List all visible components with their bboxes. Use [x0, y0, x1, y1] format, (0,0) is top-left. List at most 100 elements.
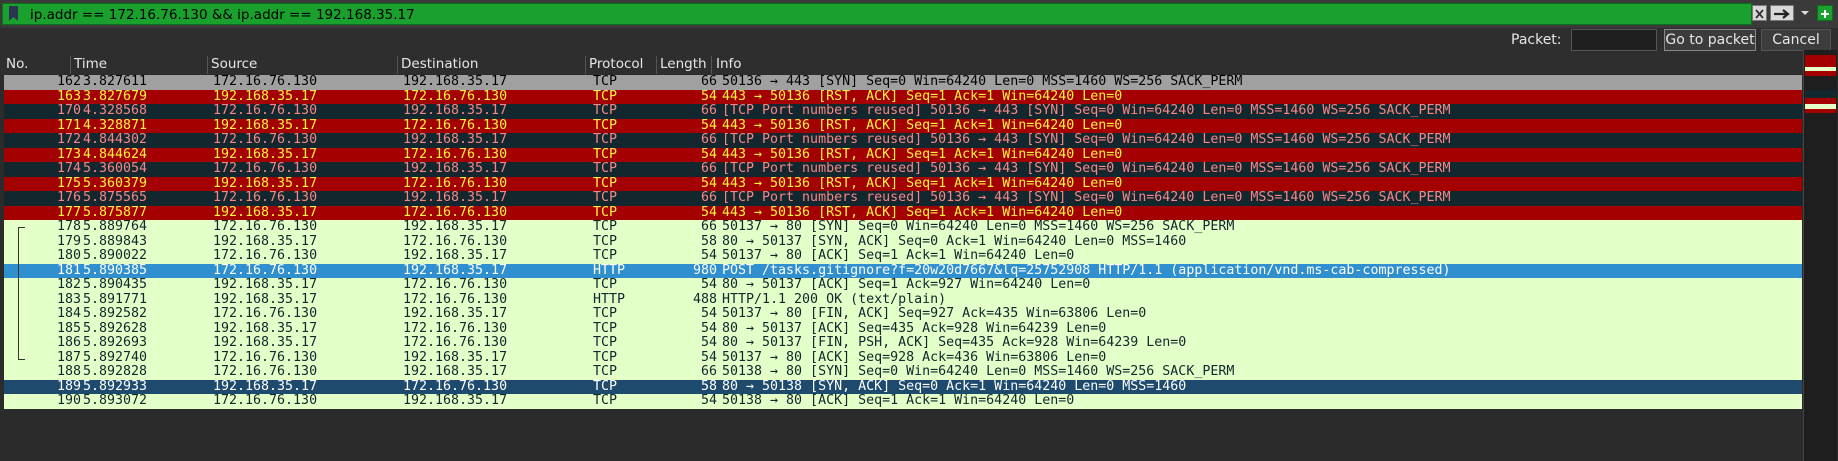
packet-row[interactable]: 163 3.827679 192.168.35.17 172.16.76.130 TCP… [4, 88, 1802, 104]
packet-time: 5.892828 [83, 364, 148, 379]
goto-packet-input[interactable] [1571, 29, 1657, 51]
column-separator[interactable] [585, 56, 586, 74]
add-filter-button[interactable] [1817, 5, 1833, 21]
packet-protocol: TCP [593, 204, 618, 220]
packet-length: 58 [700, 378, 717, 394]
filter-history-dropdown[interactable] [1798, 5, 1812, 21]
go-to-packet-button[interactable]: Go to packet [1664, 29, 1756, 51]
display-filter-input[interactable]: ip.addr == 172.16.76.130 && ip.addr == 1… [2, 3, 1752, 25]
packet-row[interactable]: 171 4.328871 192.168.35.17 172.16.76.130 TCP… [4, 117, 1802, 133]
packet-protocol: TCP [593, 103, 618, 118]
packet-row[interactable]: 184 5.892582 172.16.76.130 192.168.35.17 TCP… [4, 306, 1802, 322]
column-header-no[interactable]: No. [6, 56, 28, 72]
packet-source: 192.168.35.17 [213, 335, 318, 350]
column-separator[interactable] [711, 56, 712, 74]
packet-row[interactable]: 176 5.875565 172.16.76.130 192.168.35.17 TCP… [4, 190, 1802, 206]
column-header-length[interactable]: Length [660, 56, 707, 72]
apply-filter-button[interactable] [1770, 5, 1794, 21]
column-separator[interactable] [70, 56, 71, 74]
packet-row[interactable]: 179 5.889843 192.168.35.17 172.16.76.130 TCP… [4, 233, 1802, 249]
packet-no: 162 [56, 75, 81, 89]
column-header-info[interactable]: Info [716, 56, 742, 72]
packet-source: 172.16.76.130 [213, 306, 318, 321]
packet-destination: 172.16.76.130 [403, 88, 508, 104]
clear-filter-button[interactable] [1752, 5, 1767, 21]
packet-no: 177 [56, 204, 81, 220]
packet-source: 192.168.35.17 [213, 291, 318, 307]
column-separator[interactable] [207, 56, 208, 74]
packet-time: 4.328568 [83, 103, 148, 118]
packet-destination: 172.16.76.130 [403, 146, 508, 162]
packet-destination: 192.168.35.17 [403, 103, 508, 118]
packet-time: 5.890022 [83, 248, 148, 263]
packet-length: 66 [700, 161, 717, 176]
packet-row[interactable]: 173 4.844624 192.168.35.17 172.16.76.130 TCP… [4, 146, 1802, 162]
packet-length: 66 [700, 132, 717, 147]
packet-protocol: TCP [593, 175, 618, 191]
packet-row[interactable]: 186 5.892693 192.168.35.17 172.16.76.130 TCP… [4, 335, 1802, 351]
packet-no: 171 [56, 117, 81, 133]
minimap-marker [1805, 71, 1836, 76]
packet-row[interactable]: 183 5.891771 192.168.35.17 172.16.76.130 HTT… [4, 291, 1802, 307]
column-header-time[interactable]: Time [74, 56, 107, 72]
packet-time: 5.360379 [83, 175, 148, 191]
packet-row[interactable]: 189 5.892933 192.168.35.17 172.16.76.130 TCP… [4, 378, 1802, 394]
packet-source: 172.16.76.130 [213, 219, 318, 234]
packet-row[interactable]: 187 5.892740 172.16.76.130 192.168.35.17 TCP… [4, 349, 1802, 365]
packet-no: 172 [56, 132, 81, 147]
packet-time: 5.892740 [83, 349, 148, 365]
packet-row[interactable]: 188 5.892828 172.16.76.130 192.168.35.17 TCP… [4, 364, 1802, 380]
packet-protocol: TCP [593, 161, 618, 176]
packet-no: 186 [56, 335, 81, 350]
packet-length: 980 [692, 262, 717, 278]
packet-source: 192.168.35.17 [213, 233, 318, 249]
packet-time: 3.827611 [83, 75, 148, 89]
packet-row[interactable]: 181 5.890385 172.16.76.130 192.168.35.17 HTT… [4, 262, 1802, 278]
packet-row[interactable]: 170 4.328568 172.16.76.130 192.168.35.17 TCP… [4, 103, 1802, 119]
packet-time: 5.890385 [83, 262, 148, 278]
column-separator[interactable] [397, 56, 398, 74]
packet-protocol: TCP [593, 219, 618, 234]
packet-destination: 172.16.76.130 [403, 320, 508, 336]
packet-length: 54 [700, 320, 717, 336]
packet-info: [TCP Port numbers reused] 50136 → 443 [S… [722, 103, 1451, 118]
packet-destination: 192.168.35.17 [403, 393, 508, 408]
column-header-destination[interactable]: Destination [401, 56, 478, 72]
packet-row[interactable]: 185 5.892628 192.168.35.17 172.16.76.130 TCP… [4, 320, 1802, 336]
packet-row[interactable]: 175 5.360379 192.168.35.17 172.16.76.130 TCP… [4, 175, 1802, 191]
column-header-source[interactable]: Source [211, 56, 257, 72]
packet-protocol: HTTP [593, 291, 626, 307]
packet-list-header-area: Packet: Go to packet Cancel No. Time Sou… [0, 28, 1838, 74]
packet-info: 443 → 50136 [RST, ACK] Seq=1 Ack=1 Win=6… [722, 88, 1123, 104]
packet-length: 488 [692, 291, 717, 307]
packet-time: 4.844624 [83, 146, 148, 162]
packet-no: 185 [56, 320, 81, 336]
packet-row[interactable]: 172 4.844302 172.16.76.130 192.168.35.17 TCP… [4, 132, 1802, 148]
packet-info: 50137 → 80 [SYN] Seq=0 Win=64240 Len=0 M… [722, 219, 1235, 234]
packet-info: 50137 → 80 [ACK] Seq=928 Ack=436 Win=638… [722, 349, 1107, 365]
packet-source: 192.168.35.17 [213, 320, 318, 336]
packet-row[interactable]: 190 5.893072 172.16.76.130 192.168.35.17 TCP… [4, 393, 1802, 409]
packet-info: 443 → 50136 [RST, ACK] Seq=1 Ack=1 Win=6… [722, 204, 1123, 220]
packet-destination: 172.16.76.130 [403, 117, 508, 133]
cancel-button[interactable]: Cancel [1761, 29, 1831, 51]
packet-protocol: TCP [593, 393, 618, 408]
packet-time: 5.875565 [83, 190, 148, 205]
packet-destination: 192.168.35.17 [403, 349, 508, 365]
packet-list-scrollbar[interactable] [1803, 50, 1837, 461]
packet-row[interactable]: 180 5.890022 172.16.76.130 192.168.35.17 TCP… [4, 248, 1802, 264]
packet-row[interactable]: 182 5.890435 192.168.35.17 172.16.76.130 TCP… [4, 277, 1802, 293]
packet-info: 80 → 50137 [ACK] Seq=1 Ack=927 Win=64240… [722, 277, 1091, 292]
packet-row[interactable]: 177 5.875877 192.168.35.17 172.16.76.130 TCP… [4, 204, 1802, 220]
packet-row[interactable]: 178 5.889764 172.16.76.130 192.168.35.17 TCP… [4, 219, 1802, 235]
packet-protocol: TCP [593, 117, 618, 133]
packet-row[interactable]: 174 5.360054 172.16.76.130 192.168.35.17 TCP… [4, 161, 1802, 177]
packet-source: 172.16.76.130 [213, 349, 318, 365]
column-separator[interactable] [656, 56, 657, 74]
packet-list[interactable]: 162 3.827611 172.16.76.130 192.168.35.17 TCP… [4, 75, 1802, 461]
packet-protocol: TCP [593, 277, 618, 292]
bookmark-icon[interactable] [9, 6, 18, 21]
plus-icon [1821, 10, 1829, 18]
column-header-protocol[interactable]: Protocol [589, 56, 643, 72]
packet-row[interactable]: 162 3.827611 172.16.76.130 192.168.35.17 TCP… [4, 75, 1802, 90]
